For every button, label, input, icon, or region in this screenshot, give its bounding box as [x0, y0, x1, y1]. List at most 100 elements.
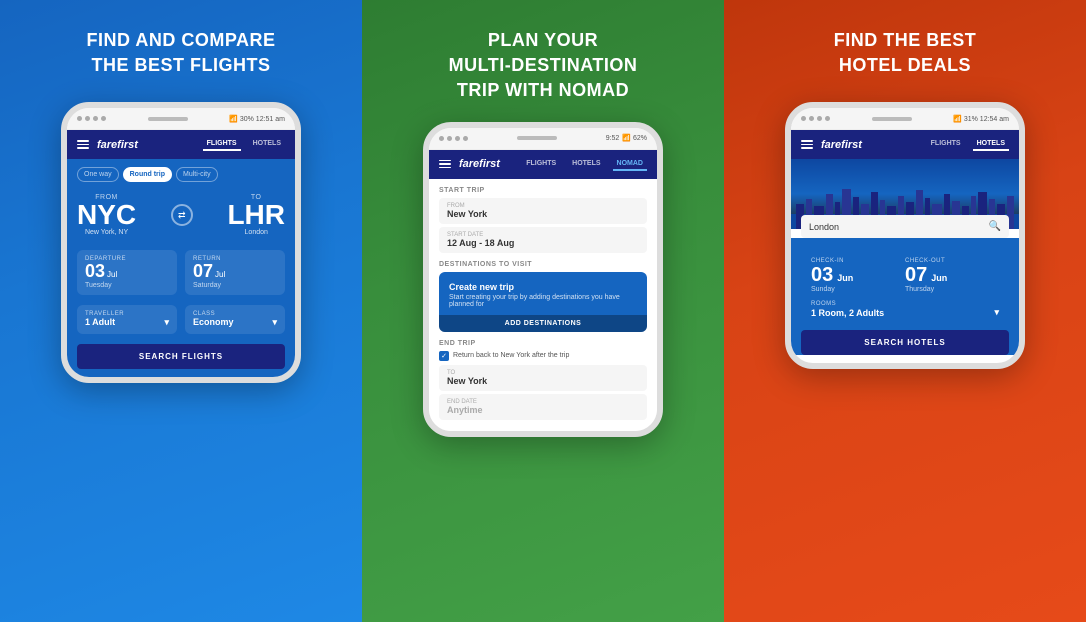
- destinations-section: DESTINATIONS TO VISIT Create new trip St…: [439, 261, 647, 332]
- flights-app-nav: farefirst FLIGHTS HOTELS: [67, 130, 295, 159]
- hotels-phone: 📶 31% 12:54 am farefirst FLIGHTS HOTELS: [785, 102, 1025, 369]
- hotels-phone-top-bar: 📶 31% 12:54 am: [791, 108, 1019, 130]
- checkout-cell[interactable]: CHECK-OUT 07 Jun Thursday: [905, 258, 999, 293]
- create-trip-desc: Start creating your trip by adding desti…: [449, 294, 637, 308]
- hotel-rooms-section: ROOMS 1 Room, 2 Adults ▾: [801, 293, 1009, 326]
- phone-dot: [77, 116, 82, 121]
- departure-day: 03: [85, 262, 105, 282]
- hotels-app-nav: farefirst FLIGHTS HOTELS: [791, 130, 1019, 159]
- create-trip-title: Create new trip: [449, 282, 637, 292]
- destinations-label: DESTINATIONS TO VISIT: [439, 261, 647, 268]
- phone-dots: [77, 116, 106, 121]
- app-logo: farefirst: [97, 139, 138, 151]
- nomad-from-field[interactable]: From New York: [439, 198, 647, 224]
- phone-dot: [101, 116, 106, 121]
- nomad-phone: 9:52 📶 62% farefirst FLIGHTS HOTELS NOMA…: [423, 122, 663, 437]
- add-destinations-button[interactable]: ADD DESTINATIONS: [439, 315, 647, 332]
- phone-dots: [439, 136, 468, 141]
- start-date-value: 12 Aug - 18 Aug: [447, 238, 639, 248]
- checkmark-icon: ✓: [441, 352, 447, 360]
- return-weekday: Saturday: [193, 282, 277, 289]
- round-trip-btn[interactable]: Round trip: [123, 167, 172, 182]
- return-cell[interactable]: RETURN 07 Jul Saturday: [185, 250, 285, 295]
- multi-city-btn[interactable]: Multi-city: [176, 167, 218, 182]
- nomad-start-date-field[interactable]: Start date 12 Aug - 18 Aug: [439, 227, 647, 253]
- return-day: 07: [193, 262, 213, 282]
- to-city: London: [227, 229, 285, 236]
- return-checkbox-row: ✓ Return back to New York after the trip: [439, 351, 647, 361]
- one-way-btn[interactable]: One way: [77, 167, 119, 182]
- departure-weekday: Tuesday: [85, 282, 169, 289]
- to-code: LHR: [227, 201, 285, 229]
- flights-app-body: One way Round trip Multi-city FROM NYC N…: [67, 159, 295, 377]
- hotel-dates-row: CHECK-IN 03 Jun Sunday CHECK-OUT 07 Jun …: [801, 248, 1009, 293]
- phone-speaker: [148, 117, 188, 121]
- flights-nav-tabs: FLIGHTS HOTELS: [203, 138, 285, 151]
- class-cell[interactable]: CLASS Economy ▾: [185, 305, 285, 334]
- route-swap-icon[interactable]: ⇄: [171, 204, 193, 226]
- search-hotels-button[interactable]: SEARCH HOTELS: [801, 330, 1009, 355]
- route-row: FROM NYC New York, NY ⇄ TO LHR London: [77, 194, 285, 236]
- nomad-nav-tab-hotels[interactable]: HOTELS: [568, 158, 604, 171]
- end-date-value: Anytime: [447, 405, 639, 415]
- nomad-nav-tabs: FLIGHTS HOTELS NOMAD: [522, 158, 647, 171]
- rooms-value[interactable]: 1 Room, 2 Adults ▾: [811, 307, 999, 318]
- date-row: DEPARTURE 03 Jul Tuesday RETURN 07 Jul S…: [77, 250, 285, 295]
- search-flights-button[interactable]: SEARCH FLIGHTS: [77, 344, 285, 369]
- end-trip-label: END TRIP: [439, 340, 647, 347]
- hotel-search-text: London: [809, 222, 839, 232]
- checkin-month: Jun: [837, 273, 853, 283]
- nomad-app-body: START TRIP From New York Start date 12 A…: [429, 179, 657, 431]
- start-trip-label: START TRIP: [439, 187, 647, 194]
- flights-nav-tab-flights[interactable]: FLIGHTS: [203, 138, 241, 151]
- hotels-app-logo: farefirst: [821, 139, 862, 151]
- end-date-field[interactable]: End date Anytime: [439, 394, 647, 420]
- hotels-panel: FIND THE BEST HOTEL DEALS 📶 31% 12:54 am…: [724, 0, 1086, 622]
- nomad-nav-tab-flights[interactable]: FLIGHTS: [522, 158, 560, 171]
- trip-type-row: One way Round trip Multi-city: [77, 167, 285, 182]
- traveller-row: TRAVELLER 1 Adult ▾ CLASS Economy ▾: [77, 305, 285, 334]
- checkin-weekday: Sunday: [811, 286, 905, 293]
- route-to: TO LHR London: [227, 194, 285, 236]
- hotel-search-bar[interactable]: London 🔍: [801, 215, 1009, 238]
- search-icon: 🔍: [989, 221, 1001, 232]
- return-month: Jul: [215, 270, 225, 279]
- checkout-day: 07: [905, 264, 927, 286]
- return-checkbox[interactable]: ✓: [439, 351, 449, 361]
- phone-dot: [93, 116, 98, 121]
- hotels-nav-tab-flights[interactable]: FLIGHTS: [927, 138, 965, 151]
- checkin-cell[interactable]: CHECK-IN 03 Jun Sunday: [811, 258, 905, 293]
- nomad-phone-status: 9:52 📶 62%: [606, 134, 647, 142]
- phone-status: 📶 30% 12:51 am: [229, 115, 285, 123]
- hotels-nav-tab-hotels[interactable]: HOTELS: [973, 138, 1009, 151]
- to-value: New York: [447, 376, 639, 386]
- end-to-field[interactable]: To New York: [439, 365, 647, 391]
- hamburger-icon: [801, 140, 813, 149]
- nomad-panel: PLAN YOUR MULTI-DESTINATION TRIP WITH NO…: [362, 0, 724, 622]
- departure-cell[interactable]: DEPARTURE 03 Jul Tuesday: [77, 250, 177, 295]
- nomad-nav-tab-nomad[interactable]: NOMAD: [613, 158, 647, 171]
- traveller-value: 1 Adult ▾: [85, 317, 169, 328]
- traveller-cell[interactable]: TRAVELLER 1 Adult ▾: [77, 305, 177, 334]
- nomad-phone-top-bar: 9:52 📶 62%: [429, 128, 657, 150]
- checkout-month: Jun: [931, 273, 947, 283]
- flights-panel-title: FIND AND COMPARE THE BEST FLIGHTS: [87, 28, 276, 84]
- checkout-weekday: Thursday: [905, 286, 999, 293]
- hotels-app-body: CHECK-IN 03 Jun Sunday CHECK-OUT 07 Jun …: [791, 238, 1019, 355]
- checkin-day: 03: [811, 264, 833, 286]
- return-checkbox-text: Return back to New York after the trip: [453, 352, 569, 359]
- from-code: NYC: [77, 201, 136, 229]
- hotels-phone-status: 📶 31% 12:54 am: [953, 115, 1009, 123]
- from-value: New York: [447, 209, 639, 219]
- create-trip-card: Create new trip Start creating your trip…: [439, 272, 647, 332]
- nomad-panel-title: PLAN YOUR MULTI-DESTINATION TRIP WITH NO…: [449, 28, 638, 104]
- flights-nav-tab-hotels[interactable]: HOTELS: [249, 138, 285, 151]
- from-city: New York, NY: [77, 229, 136, 236]
- flights-panel: FIND AND COMPARE THE BEST FLIGHTS 📶 30% …: [0, 0, 362, 622]
- hotels-nav-tabs: FLIGHTS HOTELS: [927, 138, 1009, 151]
- nomad-app-logo: farefirst: [459, 158, 500, 170]
- class-value: Economy ▾: [193, 317, 277, 328]
- route-from: FROM NYC New York, NY: [77, 194, 136, 236]
- end-trip-section: END TRIP ✓ Return back to New York after…: [439, 340, 647, 420]
- phone-top-bar: 📶 30% 12:51 am: [67, 108, 295, 130]
